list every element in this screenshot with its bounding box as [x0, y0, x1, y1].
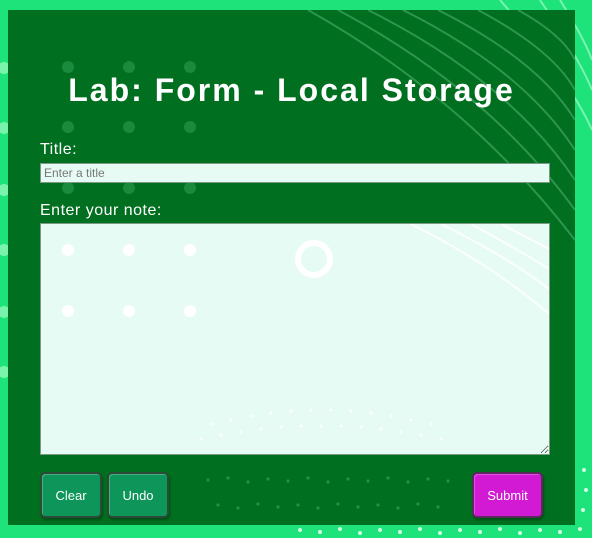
undo-button[interactable]: Undo: [107, 472, 169, 518]
note-textarea[interactable]: [40, 223, 550, 455]
title-input[interactable]: [40, 163, 550, 183]
page-title: Lab: Form - Local Storage: [68, 72, 515, 108]
form-panel: Lab: Form - Local Storage Title: Enter y…: [8, 10, 575, 525]
clear-button[interactable]: Clear: [40, 472, 102, 518]
submit-button[interactable]: Submit: [472, 472, 543, 518]
title-label: Title:: [40, 141, 78, 158]
note-label: Enter your note:: [40, 202, 162, 219]
